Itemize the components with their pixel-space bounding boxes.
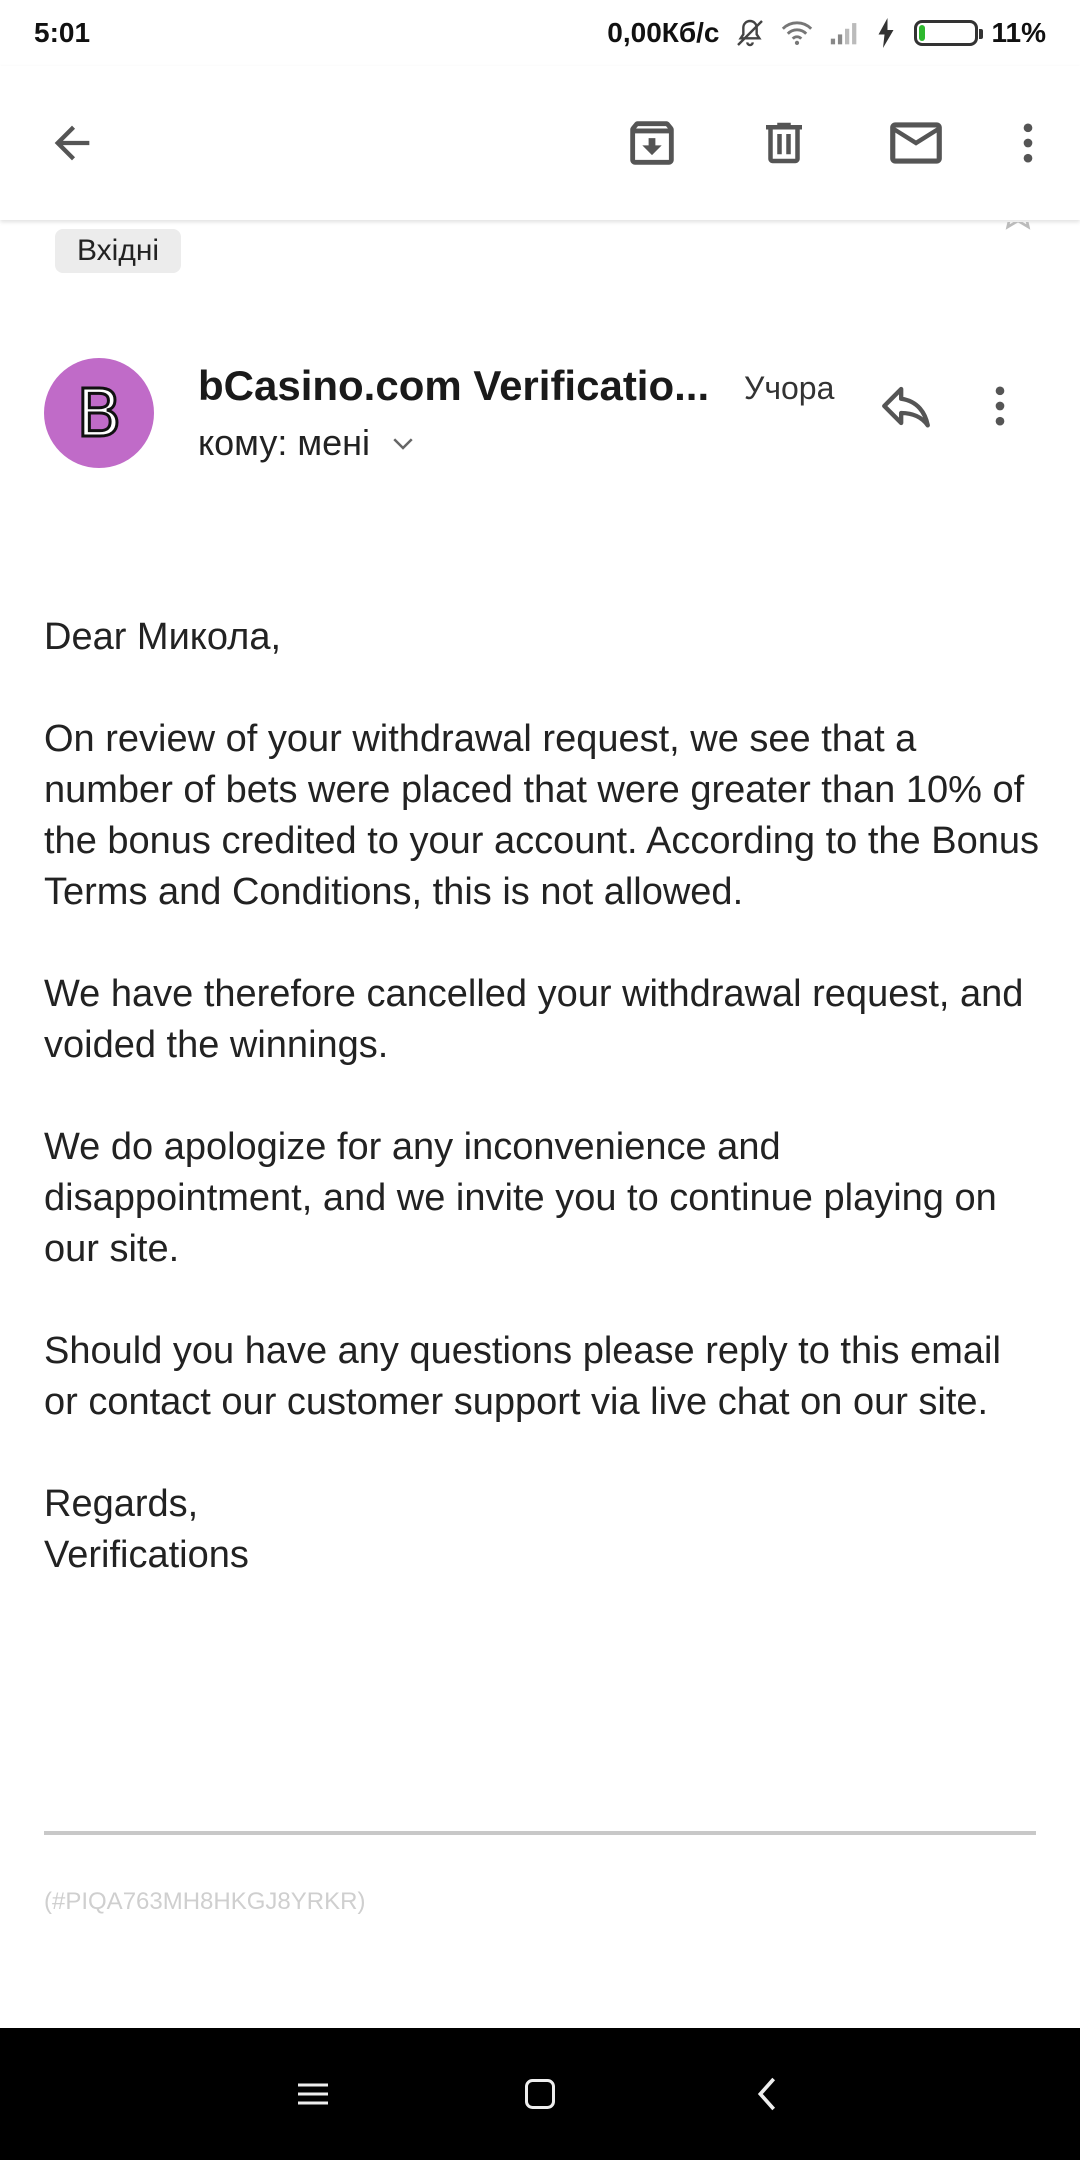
network-speed: 0,00Кб/с [607,17,720,48]
signal-icon [828,20,862,46]
email-paragraph: We do apologize for any inconvenience an… [44,1126,997,1270]
reference-code: (#PIQA763MH8HKGJ8YRKR) [44,1888,366,1915]
archive-icon [630,121,674,165]
top-app-bar [0,66,1080,220]
avatar-letter: B [75,373,123,453]
battery-percent: 11% [991,17,1047,48]
reply-icon [882,386,930,428]
battery-level [918,25,925,41]
email-date: Учора [744,370,835,406]
status-indicators: 0,00Кб/с 11% [607,17,1046,49]
home-square-icon [524,2079,555,2109]
more-options-button[interactable] [1000,95,1056,191]
more-vert-icon [1023,123,1033,163]
delete-icon [766,122,802,164]
system-nav-bar [0,2028,1080,2160]
email-closing: Regards, [44,1483,199,1525]
back-button[interactable] [24,95,120,191]
back-arrow-icon [54,125,90,161]
star-icon[interactable] [998,222,1038,236]
more-vert-icon [995,386,1005,426]
message-more-button[interactable] [972,358,1028,454]
delete-button[interactable] [736,95,832,191]
mark-unread-button[interactable] [868,95,964,191]
status-bar: 5:01 0,00Кб/с 11% [0,0,1080,66]
sender-header: B bCasino.com Verificatio... Учора кому:… [0,356,1080,476]
bell-muted-icon [734,17,766,49]
divider [44,1831,1036,1835]
email-signature: Verifications [44,1534,249,1576]
chevron-down-icon [393,438,413,450]
menu-button[interactable] [265,2046,361,2142]
reply-button[interactable] [858,358,954,454]
avatar[interactable]: B [44,358,154,468]
battery-icon [913,20,983,46]
back-nav-button[interactable] [719,2046,815,2142]
email-greeting: Dear Микола, [44,616,282,658]
mail-icon [890,122,942,164]
recipient-details-toggle[interactable]: кому: мені [198,422,418,464]
label-chip-inbox[interactable]: Вхідні [55,229,182,273]
charging-icon [876,18,896,48]
email-paragraph: We have therefore cancelled your withdra… [44,973,1024,1066]
sender-name[interactable]: bCasino.com Verificatio... [198,362,738,410]
email-body: Dear Микола, On review of your withdrawa… [44,612,1044,1581]
email-paragraph: On review of your withdrawal request, we… [44,718,1039,913]
back-chevron-icon [757,2077,775,2111]
status-time: 5:01 [34,17,91,48]
home-button[interactable] [492,2046,588,2142]
wifi-icon [780,18,814,48]
email-screen: 5:01 0,00Кб/с 11% Вхідні B bCasino.com V… [0,0,1080,2160]
menu-icon [298,2083,329,2105]
archive-button[interactable] [604,95,700,191]
email-paragraph: Should you have any questions please rep… [44,1330,1001,1423]
recipient-label: кому: мені [198,422,370,463]
